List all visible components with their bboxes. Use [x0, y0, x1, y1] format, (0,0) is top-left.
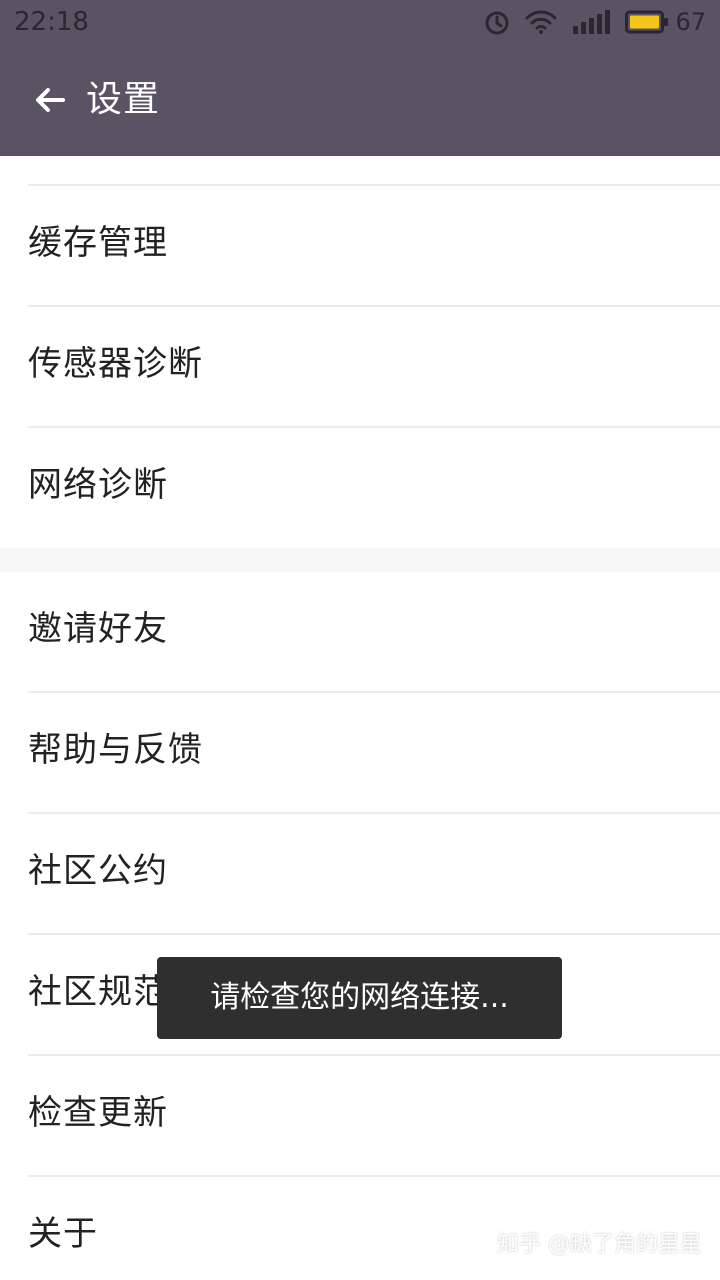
top-bar: 22:18 67 设置	[0, 0, 720, 156]
settings-item-label: 帮助与反馈	[28, 730, 203, 770]
settings-item-label: 社区规范	[28, 972, 168, 1012]
back-button[interactable]	[22, 72, 78, 128]
settings-list: 缓存管理 传感器诊断 网络诊断 邀请好友 帮助与反馈 社区公约 社区规范 检查更…	[0, 156, 720, 1280]
wifi-icon	[525, 8, 557, 36]
signal-icon	[571, 8, 611, 36]
settings-item-label: 关于	[28, 1214, 98, 1254]
settings-item-check-update[interactable]: 检查更新	[0, 1056, 720, 1177]
settings-item-community-convention[interactable]: 社区公约	[0, 814, 720, 935]
status-bar: 22:18 67	[0, 0, 720, 48]
status-time: 22:18	[14, 7, 89, 37]
settings-item-label: 缓存管理	[28, 223, 168, 263]
settings-item-help-feedback[interactable]: 帮助与反馈	[0, 693, 720, 814]
toast-message: 请检查您的网络连接...	[210, 980, 509, 1015]
settings-item-cache-management[interactable]: 缓存管理	[0, 186, 720, 307]
settings-item-network-diagnosis[interactable]: 网络诊断	[0, 428, 720, 549]
settings-item-label: 社区公约	[28, 851, 168, 891]
settings-screen: 22:18 67 设置 缓存管理 传感器诊断 网络诊断 邀请好友 帮助与反馈 社…	[0, 0, 720, 1280]
page-title: 设置	[86, 79, 161, 120]
battery-indicator: 67	[625, 8, 706, 36]
app-bar: 设置	[0, 52, 720, 148]
settings-item-invite-friends[interactable]: 邀请好友	[0, 572, 720, 693]
battery-icon	[625, 9, 669, 35]
settings-item-label: 检查更新	[28, 1093, 168, 1133]
alarm-icon	[483, 8, 511, 36]
watermark: 知乎 @缺了角的星星	[497, 1232, 702, 1257]
back-arrow-icon	[33, 83, 67, 117]
network-error-toast: 请检查您的网络连接...	[157, 957, 562, 1039]
settings-item-label: 传感器诊断	[28, 344, 203, 384]
battery-level: 67	[675, 8, 706, 36]
settings-item-about[interactable]: 关于	[0, 1177, 720, 1280]
settings-item-sensor-diagnosis[interactable]: 传感器诊断	[0, 307, 720, 428]
group-separator	[0, 548, 720, 574]
status-icons: 67	[483, 8, 706, 36]
settings-item-label: 网络诊断	[28, 465, 168, 505]
settings-item-label: 邀请好友	[28, 609, 168, 649]
